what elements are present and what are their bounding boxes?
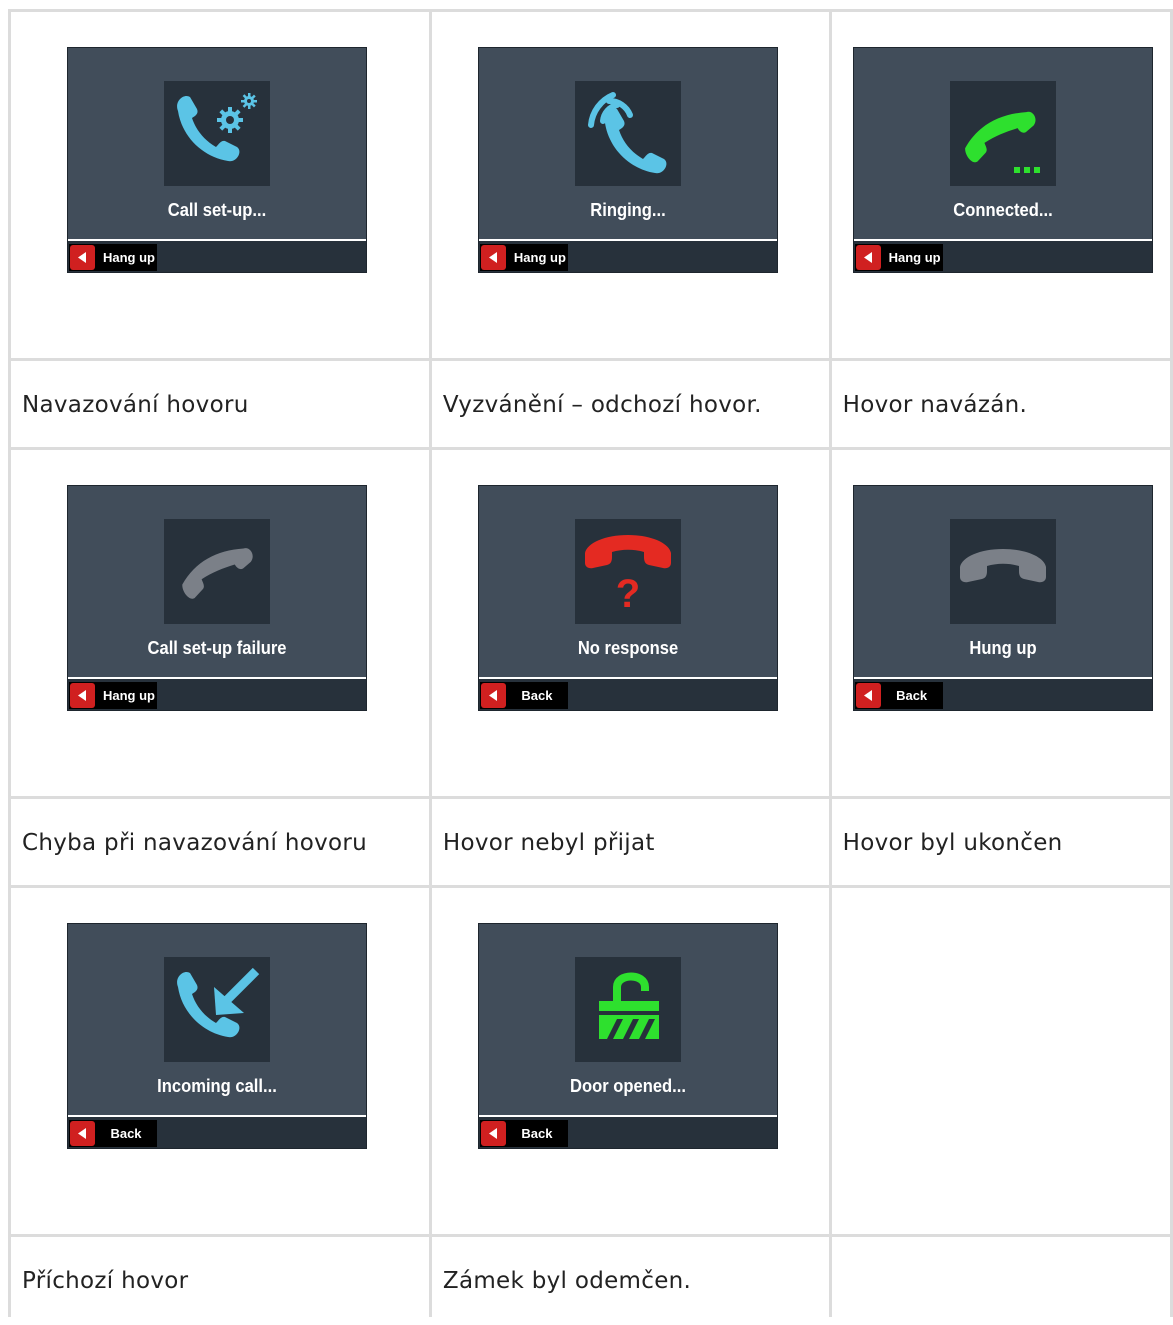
- phone-ringing-icon: [574, 81, 681, 186]
- caption: Zámek byl odemčen.: [442, 1268, 692, 1294]
- phone-hung-up-icon: [949, 519, 1056, 624]
- image-cell: Connected... Hang up: [828, 9, 1173, 361]
- arrow-left-icon: [855, 245, 881, 270]
- back-button[interactable]: Back: [479, 1120, 568, 1147]
- caption: Chyba při navazování hovoru: [22, 830, 367, 856]
- device-screen: Door opened... Back: [477, 923, 778, 1149]
- incoming-call-icon: [164, 957, 270, 1062]
- device-screen: ? No response Back: [477, 485, 778, 711]
- phone-no-response-icon: ?: [574, 519, 681, 624]
- hang-up-button[interactable]: Hang up: [479, 244, 568, 271]
- image-cell: Incoming call... Back: [8, 885, 432, 1237]
- caption-cell: Zámek byl odemčen.: [428, 1234, 832, 1317]
- caption-cell: Hovor byl ukončen: [828, 796, 1173, 888]
- arrow-left-icon: [480, 1121, 506, 1146]
- caption-cell: Hovor nebyl přijat: [428, 796, 832, 888]
- softkey-bar: Back: [853, 679, 1152, 710]
- status-text: Call set-up failure: [147, 638, 287, 658]
- image-cell: Call set-up... Hang up: [8, 9, 432, 361]
- caption: Hovor nebyl přijat: [442, 830, 655, 856]
- back-button[interactable]: Back: [479, 682, 568, 709]
- caption-cell: Chyba při navazování hovoru: [8, 796, 432, 888]
- image-cell: Hung up Back: [828, 447, 1173, 799]
- empty-cell: [828, 1234, 1173, 1317]
- caption-cell: Hovor navázán.: [828, 358, 1173, 450]
- caption: Příchozí hovor: [22, 1268, 189, 1294]
- caption: Navazování hovoru: [22, 392, 249, 418]
- softkey-bar: Hang up: [478, 241, 777, 272]
- device-screen: Incoming call... Back: [67, 923, 367, 1149]
- arrow-left-icon: [70, 1121, 95, 1146]
- device-screen: Connected... Hang up: [852, 47, 1153, 273]
- empty-cell: [828, 885, 1173, 1237]
- arrow-left-icon: [480, 245, 506, 270]
- phone-failure-icon: [164, 519, 270, 624]
- image-cell: Ringing... Hang up: [428, 9, 832, 361]
- status-text: Incoming call...: [157, 1076, 277, 1096]
- caption: Hovor byl ukončen: [842, 830, 1063, 856]
- back-button[interactable]: Back: [69, 1120, 157, 1147]
- softkey-label: Back: [110, 1126, 142, 1141]
- hang-up-button[interactable]: Hang up: [69, 244, 157, 271]
- arrow-left-icon: [480, 683, 506, 708]
- softkey-bar: Back: [478, 679, 777, 710]
- device-screen: Call set-up... Hang up: [67, 47, 367, 273]
- unlocked-padlock-icon: [574, 957, 681, 1062]
- arrow-left-icon: [70, 683, 95, 708]
- caption-cell: Vyzvánění – odchozí hovor.: [428, 358, 832, 450]
- svg-text:?: ?: [616, 572, 640, 616]
- image-cell: ? No response Back: [428, 447, 832, 799]
- status-text: Connected...: [952, 200, 1053, 220]
- softkey-bar: Hang up: [68, 679, 366, 710]
- softkey-bar: Back: [68, 1117, 366, 1148]
- hang-up-button[interactable]: Hang up: [854, 244, 943, 271]
- image-cell: Call set-up failure Hang up: [8, 447, 432, 799]
- caption-cell: Navazování hovoru: [8, 358, 432, 450]
- softkey-label: Hang up: [513, 250, 566, 265]
- status-text: Hung up: [969, 638, 1037, 658]
- caption: Hovor navázán.: [842, 392, 1028, 418]
- softkey-label: Back: [896, 688, 928, 703]
- softkey-bar: Back: [478, 1117, 777, 1148]
- image-cell: Door opened... Back: [428, 885, 832, 1237]
- status-text: Call set-up...: [167, 200, 267, 220]
- softkey-label: Hang up: [103, 250, 155, 265]
- status-screens-table: Call set-up... Hang up Ringing... Hang u…: [8, 9, 1173, 1317]
- status-text: Door opened...: [569, 1076, 686, 1096]
- call-setup-gear-icon: [164, 81, 270, 186]
- device-screen: Ringing... Hang up: [477, 47, 778, 273]
- hang-up-button[interactable]: Hang up: [69, 682, 157, 709]
- caption: Vyzvánění – odchozí hovor.: [442, 392, 762, 418]
- softkey-label: Back: [521, 688, 553, 703]
- caption-cell: Příchozí hovor: [8, 1234, 432, 1317]
- device-screen: Call set-up failure Hang up: [67, 485, 367, 711]
- device-screen: Hung up Back: [852, 485, 1153, 711]
- softkey-label: Back: [521, 1126, 553, 1141]
- arrow-left-icon: [70, 245, 95, 270]
- arrow-left-icon: [855, 683, 881, 708]
- softkey-bar: Hang up: [853, 241, 1152, 272]
- softkey-bar: Hang up: [68, 241, 366, 272]
- back-button[interactable]: Back: [854, 682, 943, 709]
- status-text: Ringing...: [590, 200, 666, 220]
- status-text: No response: [577, 638, 679, 658]
- softkey-label: Hang up: [888, 250, 941, 265]
- phone-connected-icon: [949, 81, 1056, 186]
- softkey-label: Hang up: [103, 688, 155, 703]
